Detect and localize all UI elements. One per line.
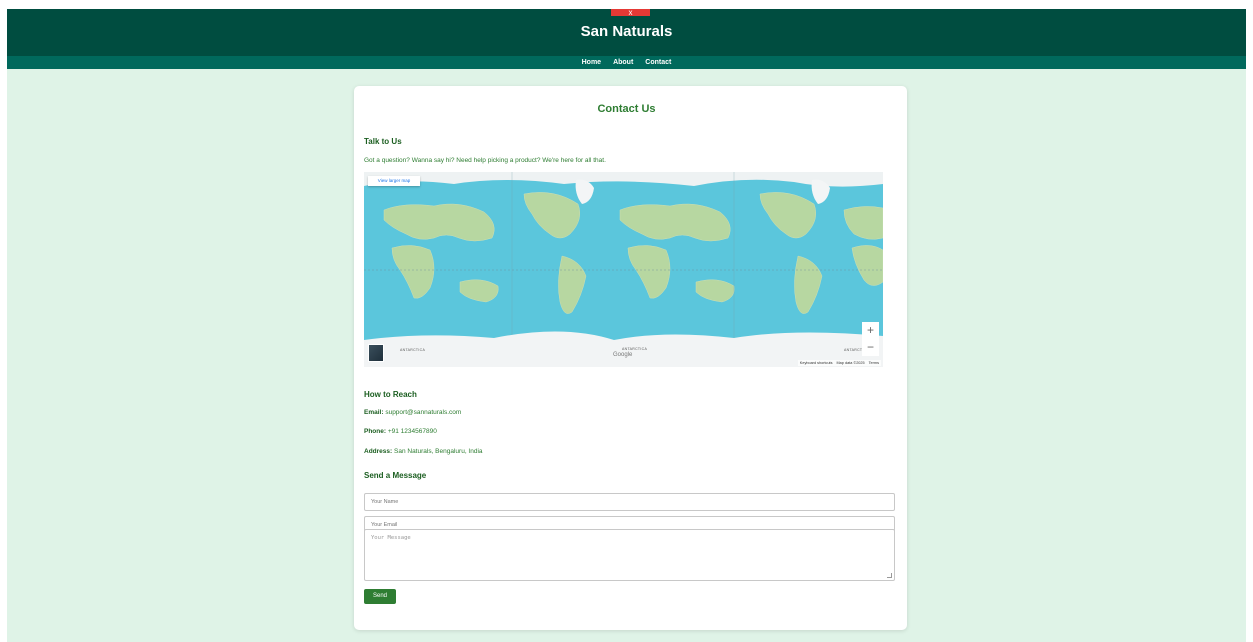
address-label: Address: — [364, 448, 393, 455]
antarctica-label-center: ANTARCTICA — [622, 347, 648, 351]
google-logo: Google — [613, 352, 633, 358]
antarctica-label: ANTARCTICA — [400, 348, 426, 352]
name-input[interactable] — [364, 493, 895, 511]
world-map-tiles — [364, 172, 883, 367]
address-value: San Naturals, Bengaluru, India — [394, 448, 483, 455]
resize-handle-icon[interactable] — [887, 573, 892, 578]
page-title: Contact Us — [597, 103, 656, 115]
message-placeholder: Your Message — [371, 535, 411, 541]
map-data-label: Map data ©2025 — [836, 361, 865, 365]
satellite-toggle-thumbnail[interactable] — [368, 344, 384, 362]
zoom-in-button[interactable]: + — [862, 322, 879, 339]
site-header: x San Naturals — [7, 9, 1246, 56]
map-footer: Keyboard shortcuts Map data ©2025 Terms — [797, 360, 881, 366]
email-value: support@sannaturals.com — [385, 409, 462, 416]
phone-line: Phone: +91 1234567890 — [364, 428, 437, 435]
nav-about-link[interactable]: About — [607, 56, 639, 69]
send-button[interactable]: Send — [364, 589, 396, 604]
form-heading: Send a Message — [364, 471, 427, 480]
reach-heading: How to Reach — [364, 390, 417, 399]
google-map-embed[interactable]: ANTARCTICA ANTARCTICA ANTARCT View large… — [364, 172, 883, 367]
message-textarea[interactable]: Your Message — [364, 529, 895, 581]
view-larger-map-button[interactable]: View larger map — [368, 176, 420, 186]
talk-text: Got a question? Wanna say hi? Need help … — [364, 157, 606, 164]
terms-link[interactable]: Terms — [869, 361, 879, 365]
address-line: Address: San Naturals, Bengaluru, India — [364, 448, 483, 455]
phone-value: +91 1234567890 — [387, 428, 437, 435]
nav-home-link[interactable]: Home — [576, 56, 607, 69]
nav-contact-link[interactable]: Contact — [639, 56, 677, 69]
close-icon[interactable]: x — [611, 9, 650, 17]
talk-heading: Talk to Us — [364, 137, 402, 146]
phone-label: Phone: — [364, 428, 387, 435]
zoom-out-button[interactable]: − — [862, 339, 879, 356]
keyboard-shortcuts-link[interactable]: Keyboard shortcuts — [800, 361, 833, 365]
main-nav: Home About Contact — [7, 56, 1246, 69]
email-line: Email: support@sannaturals.com — [364, 409, 461, 416]
email-label: Email: — [364, 409, 384, 416]
antarctica-label-right: ANTARCT — [844, 348, 863, 352]
site-title: San Naturals — [580, 23, 673, 40]
